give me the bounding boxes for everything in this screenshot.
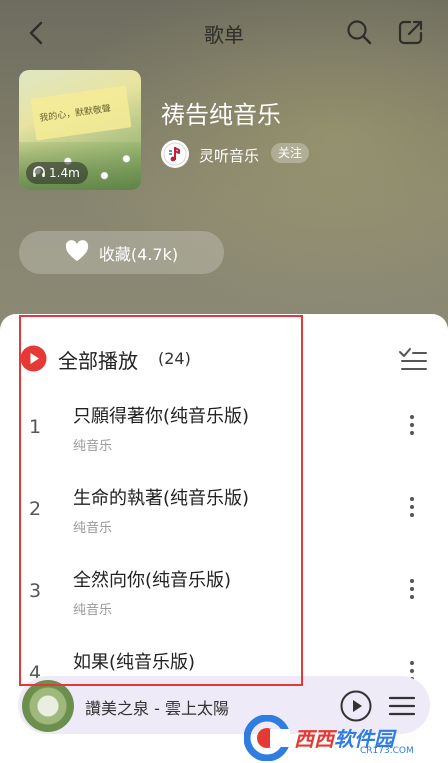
watermark-url: CR173.COM: [360, 746, 414, 756]
song-count: (24): [158, 349, 191, 368]
song-subtitle: 纯音乐: [73, 439, 113, 454]
favorite-label: 收藏(4.7k): [98, 244, 179, 264]
headphones-icon: [32, 165, 46, 182]
playlist-name: 祷告纯音乐: [161, 101, 281, 129]
song-row[interactable]: 3 全然向你(纯音乐版) 纯音乐: [0, 564, 448, 646]
watermark-logo-icon: [243, 714, 291, 761]
song-subtitle: 纯音乐: [73, 521, 113, 536]
song-row[interactable]: 1 只願得著你(纯音乐版) 纯音乐: [0, 400, 448, 482]
song-row[interactable]: 4 如果(纯音乐版): [0, 646, 448, 684]
song-title: 如果(纯音乐版): [73, 652, 196, 673]
follow-button[interactable]: 关注: [271, 143, 310, 163]
playlist-cover[interactable]: 我的心，默默敬聲 1.4m: [19, 70, 141, 190]
more-vertical-icon[interactable]: [402, 412, 422, 438]
play-circle-icon[interactable]: [20, 345, 47, 372]
play-all-button[interactable]: 全部播放: [58, 345, 138, 374]
top-bar: 歌单: [0, 0, 448, 66]
more-vertical-icon[interactable]: [402, 576, 422, 602]
creator-avatar[interactable]: [161, 140, 189, 168]
search-icon[interactable]: [344, 17, 374, 47]
multiselect-icon[interactable]: [398, 345, 428, 373]
song-title: 生命的執著(纯音乐版): [73, 488, 250, 509]
creator-name[interactable]: 灵听音乐: [199, 145, 259, 166]
watermark-text-red: 西西: [294, 727, 334, 751]
song-title: 全然向你(纯音乐版): [73, 570, 232, 591]
song-subtitle: 纯音乐: [73, 603, 113, 618]
heart-icon: [65, 239, 89, 266]
song-index: 3: [29, 580, 42, 602]
watermark: 西西软件园 CR173.COM: [243, 712, 448, 763]
more-vertical-icon[interactable]: [402, 494, 422, 520]
share-icon[interactable]: [396, 17, 426, 47]
song-index: 2: [29, 498, 42, 520]
now-playing-cover[interactable]: [22, 680, 74, 732]
song-row[interactable]: 2 生命的執著(纯音乐版) 纯音乐: [0, 482, 448, 564]
song-index: 1: [29, 416, 42, 438]
play-count-badge: 1.4m: [26, 162, 88, 184]
favorite-button[interactable]: 收藏(4.7k): [19, 231, 224, 274]
play-count: 1.4m: [49, 166, 80, 180]
song-title: 只願得著你(纯音乐版): [73, 406, 250, 427]
page-title: 歌单: [204, 23, 244, 47]
now-playing-title: 讚美之泉 - 雲上太陽: [85, 699, 229, 718]
